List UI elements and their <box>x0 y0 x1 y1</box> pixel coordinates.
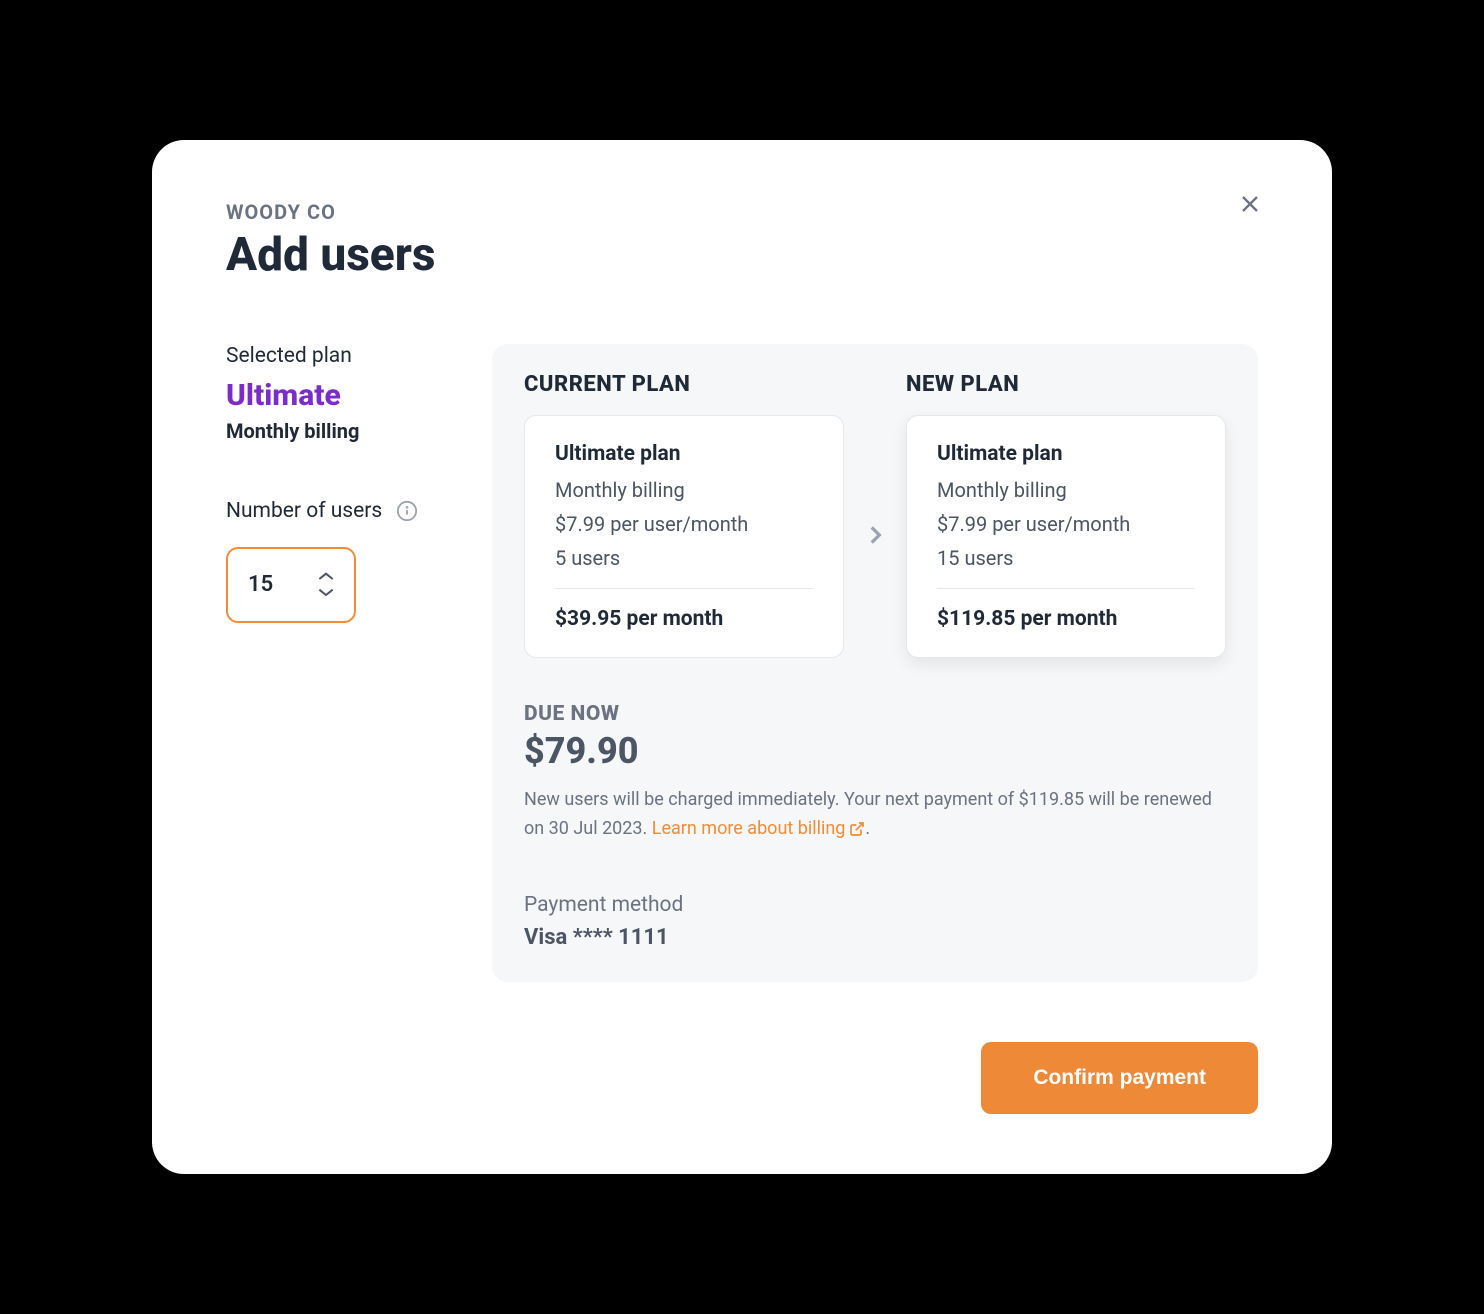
add-users-modal: WOODY CO Add users Selected plan Ultimat… <box>152 140 1332 1175</box>
current-plan-block: CURRENT PLAN Ultimate plan Monthly billi… <box>524 372 844 658</box>
info-icon[interactable] <box>396 500 418 522</box>
payment-method-value: Visa **** 1111 <box>524 925 1226 950</box>
selected-plan-label: Selected plan <box>226 344 464 368</box>
current-plan-total: $39.95 per month <box>555 607 813 631</box>
current-plan-heading: CURRENT PLAN <box>524 372 844 397</box>
users-count-label: Number of users <box>226 499 382 523</box>
close-button[interactable] <box>1234 188 1266 220</box>
new-plan-users: 15 users <box>937 546 1195 570</box>
current-plan-users: 5 users <box>555 546 813 570</box>
chevron-right-icon <box>862 522 888 548</box>
external-link-icon <box>849 821 865 837</box>
due-now-label: DUE NOW <box>524 702 1226 726</box>
selected-plan-name: Ultimate <box>226 378 464 413</box>
new-plan-price: $7.99 per user/month <box>937 512 1195 536</box>
new-plan-heading: NEW PLAN <box>906 372 1226 397</box>
divider <box>555 588 813 589</box>
learn-more-link[interactable]: Learn more about billing <box>652 815 866 844</box>
stepper-up-button[interactable] <box>318 572 334 582</box>
users-stepper-value: 15 <box>248 572 318 597</box>
billing-cycle: Monthly billing <box>226 419 464 443</box>
new-plan-total: $119.85 per month <box>937 607 1195 631</box>
divider <box>937 588 1195 589</box>
comparison-panel: CURRENT PLAN Ultimate plan Monthly billi… <box>492 344 1258 983</box>
close-icon <box>1236 190 1264 218</box>
chevron-up-icon <box>318 571 334 582</box>
due-now-amount: $79.90 <box>524 730 1226 772</box>
arrow-separator <box>862 482 888 548</box>
current-plan-billing: Monthly billing <box>555 478 813 502</box>
confirm-payment-button[interactable]: Confirm payment <box>981 1042 1258 1114</box>
due-note-suffix: . <box>865 818 870 839</box>
current-plan-card: Ultimate plan Monthly billing $7.99 per … <box>524 415 844 658</box>
plan-summary-panel: Selected plan Ultimate Monthly billing N… <box>226 344 464 983</box>
new-plan-billing: Monthly billing <box>937 478 1195 502</box>
org-name: WOODY CO <box>226 200 1258 224</box>
new-plan-block: NEW PLAN Ultimate plan Monthly billing $… <box>906 372 1226 658</box>
current-plan-name: Ultimate plan <box>555 442 813 466</box>
new-plan-card: Ultimate plan Monthly billing $7.99 per … <box>906 415 1226 658</box>
stepper-down-button[interactable] <box>318 588 334 598</box>
chevron-down-icon <box>318 587 334 598</box>
new-plan-name: Ultimate plan <box>937 442 1195 466</box>
payment-method-label: Payment method <box>524 893 1226 917</box>
page-title: Add users <box>226 228 1258 282</box>
current-plan-price: $7.99 per user/month <box>555 512 813 536</box>
users-stepper[interactable]: 15 <box>226 547 356 623</box>
due-now-note: New users will be charged immediately. Y… <box>524 786 1226 844</box>
